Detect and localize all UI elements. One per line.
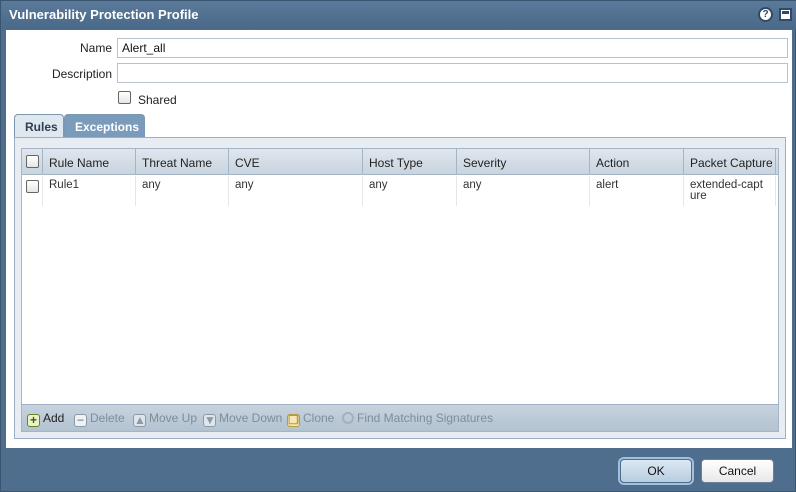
clone-icon: ❐ xyxy=(287,413,300,427)
cell-cve: any xyxy=(229,176,363,206)
row-select-cell xyxy=(22,176,43,206)
table-row[interactable]: Rule1 any any any any alert extended-cap… xyxy=(22,176,778,206)
move-down-button[interactable]: ▼ Move Down xyxy=(203,411,282,427)
cell-host-type: any xyxy=(363,176,457,206)
title-bar: Vulnerability Protection Profile ? xyxy=(1,1,796,29)
add-button[interactable]: + Add xyxy=(27,411,64,427)
column-host-type[interactable]: Host Type xyxy=(363,149,457,175)
column-cve[interactable]: CVE xyxy=(229,149,363,175)
dialog-title: Vulnerability Protection Profile xyxy=(9,7,199,22)
delete-label: Delete xyxy=(90,411,125,425)
column-rule-name[interactable]: Rule Name xyxy=(43,149,136,175)
delete-button[interactable]: − Delete xyxy=(74,411,125,427)
move-down-label: Move Down xyxy=(219,411,283,425)
cell-packet-capture: extended-capture xyxy=(684,176,776,206)
cancel-button[interactable]: Cancel xyxy=(701,459,774,483)
cell-threat-name: any xyxy=(136,176,229,206)
delete-icon: − xyxy=(74,414,87,427)
move-up-button[interactable]: ▲ Move Up xyxy=(133,411,197,427)
tab-exceptions[interactable]: Exceptions xyxy=(64,114,145,138)
column-threat-name[interactable]: Threat Name xyxy=(136,149,229,175)
cell-severity: any xyxy=(457,176,590,206)
name-label: Name xyxy=(79,41,112,55)
description-input[interactable] xyxy=(117,63,788,83)
find-label: Find Matching Signatures xyxy=(357,411,494,425)
clone-label: Clone xyxy=(303,411,335,425)
add-icon: + xyxy=(27,414,40,427)
rules-panel: Rule Name Threat Name CVE Host Type Seve… xyxy=(14,137,786,439)
tab-rules[interactable]: Rules xyxy=(14,114,64,138)
row-checkbox[interactable] xyxy=(26,180,39,193)
column-severity[interactable]: Severity xyxy=(457,149,590,175)
table-header: Rule Name Threat Name CVE Host Type Seve… xyxy=(22,149,778,175)
move-up-icon: ▲ xyxy=(133,413,146,427)
ok-button[interactable]: OK xyxy=(620,459,692,483)
maximize-icon[interactable] xyxy=(779,8,792,21)
add-label: Add xyxy=(43,411,65,425)
help-icon[interactable]: ? xyxy=(758,7,773,22)
name-input[interactable] xyxy=(117,38,788,58)
shared-checkbox[interactable] xyxy=(118,91,131,104)
cell-rule-name[interactable]: Rule1 xyxy=(43,176,136,206)
column-action[interactable]: Action xyxy=(590,149,684,175)
move-up-label: Move Up xyxy=(149,411,198,425)
select-all-checkbox[interactable] xyxy=(26,155,39,168)
vulnerability-profile-dialog: Vulnerability Protection Profile ? Name … xyxy=(0,0,796,492)
search-icon xyxy=(341,412,354,425)
dialog-content: Name Description Shared Rules Exceptions… xyxy=(6,30,792,448)
cell-action: alert xyxy=(590,176,684,206)
table-toolbar: + Add − Delete ▲ Move Up ▼ Move Down ❐ Clone … xyxy=(22,404,778,431)
shared-label: Shared xyxy=(138,93,177,107)
move-down-icon: ▼ xyxy=(203,413,216,427)
rules-table: Rule Name Threat Name CVE Host Type Seve… xyxy=(21,148,779,432)
select-all-cell xyxy=(22,149,43,175)
description-label: Description xyxy=(51,67,112,81)
column-packet-capture[interactable]: Packet Capture xyxy=(684,149,776,175)
find-matching-signatures-button[interactable]: Find Matching Signatures xyxy=(341,411,493,425)
clone-button[interactable]: ❐ Clone xyxy=(287,411,334,427)
